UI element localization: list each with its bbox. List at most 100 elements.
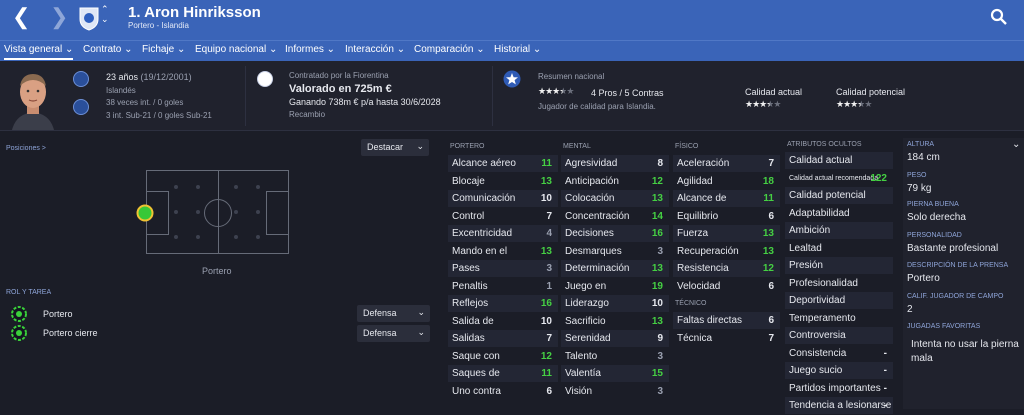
tab-informes[interactable]: Informes ⌄ <box>285 44 335 55</box>
role-name[interactable]: Portero cierre <box>43 328 98 338</box>
attribute-row[interactable]: Valentía 15 <box>565 366 667 383</box>
attribute-row[interactable]: Concentración 14 <box>565 209 667 226</box>
attribute-row[interactable]: Calidad actual recomendada 122 <box>789 171 891 188</box>
positions-title[interactable]: Posiciones > <box>6 145 46 152</box>
attribute-row[interactable]: Pases 3 <box>452 261 556 278</box>
attribute-row[interactable]: Liderazgo 10 <box>565 296 667 313</box>
attribute-name: Salidas <box>452 333 485 344</box>
attribute-row[interactable]: Talento 3 <box>565 349 667 366</box>
tab-comparacion[interactable]: Comparación ⌄ <box>414 44 485 55</box>
attribute-row[interactable]: Juego sucio - <box>789 363 891 380</box>
attribute-name: Talento <box>565 350 598 362</box>
attribute-row[interactable]: Consistencia - <box>789 346 891 363</box>
attribute-name: Juego sucio <box>789 365 843 376</box>
detail-key: PESO <box>907 172 927 179</box>
attribute-row[interactable]: Profesionalidad <box>789 276 891 293</box>
tab-contrato[interactable]: Contrato ⌄ <box>83 44 133 55</box>
detail-key: JUGADAS FAVORITAS <box>907 323 981 330</box>
attribute-value: 12 <box>540 350 552 362</box>
attribute-row[interactable]: Serenidad 9 <box>565 331 667 348</box>
attribute-row[interactable]: Mando en el 13 <box>452 244 556 261</box>
attribute-name: Aceleración <box>677 158 730 169</box>
attribute-name: Lealtad <box>789 242 822 254</box>
attribute-row[interactable]: Reflejos 16 <box>452 296 556 313</box>
attribute-row[interactable]: Adaptabilidad <box>789 206 891 223</box>
squad-status: Recambio <box>289 110 326 119</box>
position-dots <box>174 185 260 239</box>
tab-historial[interactable]: Historial ⌄ <box>494 44 541 55</box>
attribute-row[interactable]: Salidas 7 <box>452 331 556 348</box>
attribute-row[interactable]: Ambición <box>789 223 891 240</box>
attribute-value: 12 <box>651 175 663 187</box>
player-value: Valorado en 725m € <box>289 83 392 95</box>
detail-key: PIERNA BUENA <box>907 201 959 208</box>
attribute-row[interactable]: Aceleración 7 <box>677 156 778 173</box>
attribute-row[interactable]: Presión <box>789 258 891 275</box>
attribute-row[interactable]: Blocaje 13 <box>452 174 556 191</box>
caps: 38 veces int. / 0 goles <box>106 98 184 107</box>
attribute-row[interactable]: Lealtad <box>789 241 891 258</box>
attribute-row[interactable]: Temperamento <box>789 311 891 328</box>
attribute-row[interactable]: Deportividad <box>789 293 891 310</box>
role-name[interactable]: Portero <box>43 309 73 319</box>
attribute-row[interactable]: Partidos importantes - <box>789 381 891 398</box>
attribute-row[interactable]: Juego en 19 <box>565 279 667 296</box>
attribute-row[interactable]: Agilidad 18 <box>677 174 778 191</box>
tab-equipo-nacional[interactable]: Equipo nacional ⌄ <box>195 44 277 55</box>
duty-dropdown[interactable]: Defensa ⌄ <box>357 325 430 342</box>
duty-dropdown[interactable]: Defensa ⌄ <box>357 305 430 322</box>
attribute-row[interactable]: Agresividad 8 <box>565 156 667 173</box>
attribute-row[interactable]: Sacrificio 13 <box>565 314 667 331</box>
attribute-row[interactable]: Alcance de 11 <box>677 191 778 208</box>
back-button[interactable]: ❮ <box>12 6 30 28</box>
chevron-down-icon[interactable]: ⌄ <box>1012 139 1020 150</box>
attribute-value: 10 <box>540 315 552 327</box>
tab-vista-general[interactable]: Vista general ⌄ <box>4 44 74 60</box>
tab-interaccion[interactable]: Interacción ⌄ <box>345 44 405 55</box>
roles-title: ROL Y TAREA <box>6 289 52 296</box>
attribute-row[interactable]: Decisiones 16 <box>565 226 667 243</box>
attribute-row[interactable]: Saque con 12 <box>452 349 556 366</box>
attribute-value: 7 <box>546 333 552 344</box>
player-header: ❮ ❯ ⌃ ⌄ 1. Aron Hinriksson Portero - Isla… <box>0 0 1024 40</box>
attribute-row[interactable]: Controversia <box>789 328 891 345</box>
attribute-row[interactable]: Calidad potencial <box>789 188 891 205</box>
attribute-row[interactable]: Desmarques 3 <box>565 244 667 261</box>
attribute-row[interactable]: Comunicación 10 <box>452 191 556 208</box>
attribute-row[interactable]: Colocación 13 <box>565 191 667 208</box>
attribute-row[interactable]: Calidad actual <box>789 153 891 170</box>
attribute-row[interactable]: Tendencia a lesionarse - <box>789 398 891 415</box>
attribute-row[interactable]: Recuperación 13 <box>677 244 778 261</box>
attribute-row[interactable]: Control 7 <box>452 209 556 226</box>
attribute-row[interactable]: Técnica 7 <box>677 331 778 348</box>
tab-fichaje[interactable]: Fichaje ⌄ <box>142 44 185 55</box>
attribute-row[interactable]: Equilibrio 6 <box>677 209 778 226</box>
attribute-value: 3 <box>657 245 663 257</box>
attribute-row[interactable]: Velocidad 6 <box>677 279 778 296</box>
forward-button[interactable]: ❯ <box>50 6 68 28</box>
attribute-row[interactable]: Saques de 11 <box>452 366 556 383</box>
search-icon[interactable] <box>990 8 1008 26</box>
player-switch-arrows[interactable]: ⌃ ⌄ <box>101 4 109 24</box>
attribute-value: 13 <box>762 245 774 257</box>
attribute-row[interactable]: Excentricidad 4 <box>452 226 556 243</box>
attribute-row[interactable]: Uno contra 6 <box>452 384 556 401</box>
detail-value: 184 cm <box>907 152 940 163</box>
attribute-row[interactable]: Fuerza 13 <box>677 226 778 243</box>
attribute-row[interactable]: Anticipación 12 <box>565 174 667 191</box>
pros-cons[interactable]: 4 Pros / 5 Contras <box>591 88 664 98</box>
attribute-name: Decisiones <box>565 228 614 239</box>
attribute-row[interactable]: Alcance aéreo 11 <box>452 156 556 173</box>
attribute-name: Adaptabilidad <box>789 207 850 219</box>
highlight-dropdown[interactable]: Destacar ⌄ <box>361 139 429 156</box>
portero-title: PORTERO <box>450 143 485 150</box>
attribute-row[interactable]: Penaltis 1 <box>452 279 556 296</box>
attribute-row[interactable]: Salida de 10 <box>452 314 556 331</box>
attribute-row[interactable]: Resistencia 12 <box>677 261 778 278</box>
attribute-row[interactable]: Visión 3 <box>565 384 667 401</box>
attribute-value: 7 <box>546 210 552 222</box>
attribute-value: 13 <box>651 315 663 327</box>
ocultos-title: ATRIBUTOS OCULTOS <box>787 141 862 148</box>
attribute-row[interactable]: Faltas directas 6 <box>677 313 778 330</box>
attribute-row[interactable]: Determinación 13 <box>565 261 667 278</box>
